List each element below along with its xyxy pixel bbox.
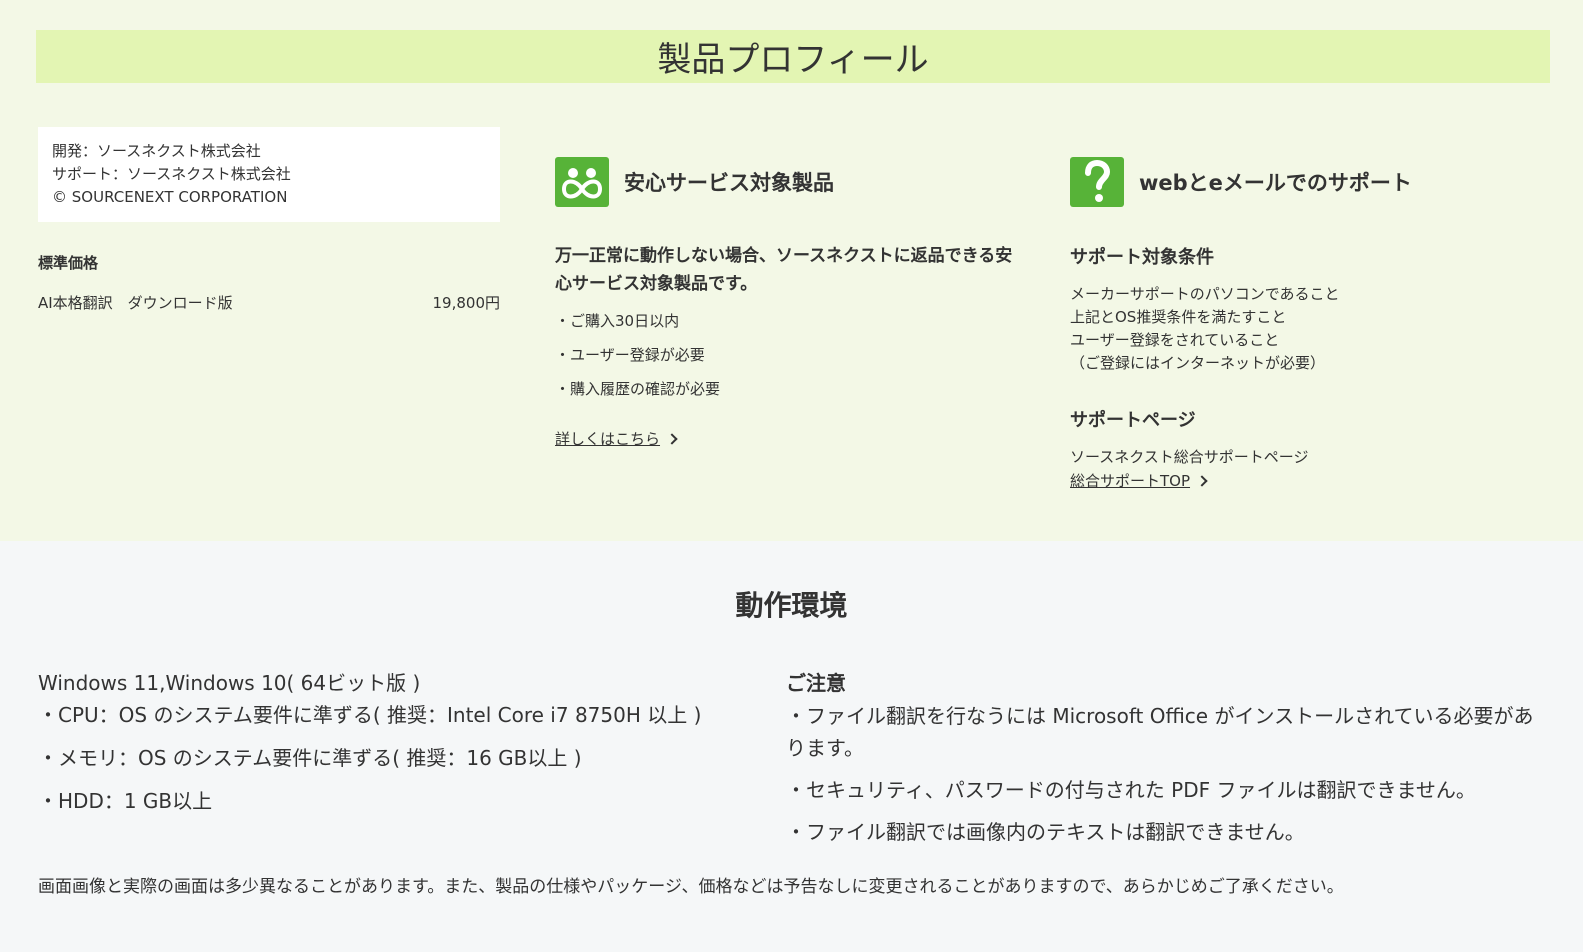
support-company-line: サポート：ソースネクスト株式会社 <box>52 165 291 183</box>
support-heading: webとeメールでのサポート <box>1139 171 1412 195</box>
safe-service-list: ・ご購入30日以内 ・ユーザー登録が必要 ・購入履歴の確認が必要 <box>555 310 720 412</box>
list-item: ・ご購入30日以内 <box>555 312 680 330</box>
price-label: 標準価格 <box>38 254 99 272</box>
condition-line: メーカーサポートのパソコンであること <box>1070 285 1340 303</box>
note-item: ・ファイル翻訳を行なうには Microsoft Office がインストールされ… <box>786 704 1534 760</box>
chevron-right-icon <box>1196 475 1208 487</box>
list-item: ・購入履歴の確認が必要 <box>555 380 721 398</box>
price-row: AI本格翻訳 ダウンロード版 19,800円 <box>38 292 500 313</box>
developer-info-box: 開発：ソースネクスト株式会社 サポート：ソースネクスト株式会社 © SOURCE… <box>38 127 500 222</box>
support-page-heading: サポートページ <box>1070 410 1196 431</box>
chevron-right-icon <box>666 433 678 445</box>
condition-line: （ご登録にはインターネットが必要） <box>1070 354 1326 372</box>
os-requirement: Windows 11,Windows 10( 64ビット版 ) <box>38 671 421 695</box>
support-header: webとeメールでのサポート <box>1070 157 1412 207</box>
condition-line: 上記とOS推奨条件を満たすこと <box>1070 308 1287 326</box>
support-top-link[interactable]: 総合サポートTOP <box>1070 470 1208 491</box>
details-link[interactable]: 詳しくはこちら <box>555 428 678 449</box>
price-value: 19,800円 <box>432 294 501 312</box>
copyright-line: © SOURCENEXT CORPORATION <box>52 188 288 206</box>
price-item-name: AI本格翻訳 ダウンロード版 <box>38 294 233 312</box>
memory-requirement: ・メモリ：OS のシステム要件に準ずる( 推奨：16 GB以上 ) <box>38 746 582 770</box>
product-profile-section: 製品プロフィール 開発：ソースネクスト株式会社 サポート：ソースネクスト株式会社… <box>0 0 1583 541</box>
infinity-people-icon <box>555 157 609 207</box>
safe-service-lead: 万一正常に動作しない場合、ソースネクストに返品できる安心サービス対象製品です。 <box>555 246 1013 294</box>
notes-heading: ご注意 <box>786 671 846 695</box>
notes-block: ご注意 ・ファイル翻訳を行なうには Microsoft Office がインスト… <box>786 668 1536 858</box>
cpu-requirement: ・CPU：OS のシステム要件に準ずる( 推奨：Intel Core i7 87… <box>38 703 702 727</box>
condition-line: ユーザー登録をされていること <box>1070 331 1280 349</box>
developer-line: 開発：ソースネクスト株式会社 <box>52 142 261 160</box>
details-link-label: 詳しくはこちら <box>555 430 661 448</box>
support-conditions-heading: サポート対象条件 <box>1070 247 1214 268</box>
disclaimer-text: 画面画像と実際の画面は多少異なることがあります。また、製品の仕様やパッケージ、価… <box>38 877 1344 897</box>
environment-title: 動作環境 <box>735 589 848 622</box>
support-top-link-label: 総合サポートTOP <box>1070 472 1191 490</box>
safe-service-header: 安心サービス対象製品 <box>555 157 834 207</box>
hdd-requirement: ・HDD：1 GB以上 <box>38 789 213 813</box>
question-mark-icon <box>1070 157 1124 207</box>
note-item: ・セキュリティ、パスワードの付与された PDF ファイルは翻訳できません。 <box>786 778 1476 802</box>
safe-service-heading: 安心サービス対象製品 <box>624 171 834 195</box>
note-item: ・ファイル翻訳では画像内のテキストは翻訳できません。 <box>786 820 1305 844</box>
profile-title: 製品プロフィール <box>36 30 1550 83</box>
system-requirements: Windows 11,Windows 10( 64ビット版 ) ・CPU：OS … <box>38 668 701 829</box>
list-item: ・ユーザー登録が必要 <box>555 346 705 364</box>
support-page-text: ソースネクスト総合サポートページ <box>1070 448 1309 466</box>
support-conditions: メーカーサポートのパソコンであること 上記とOS推奨条件を満たすこと ユーザー登… <box>1070 283 1340 375</box>
